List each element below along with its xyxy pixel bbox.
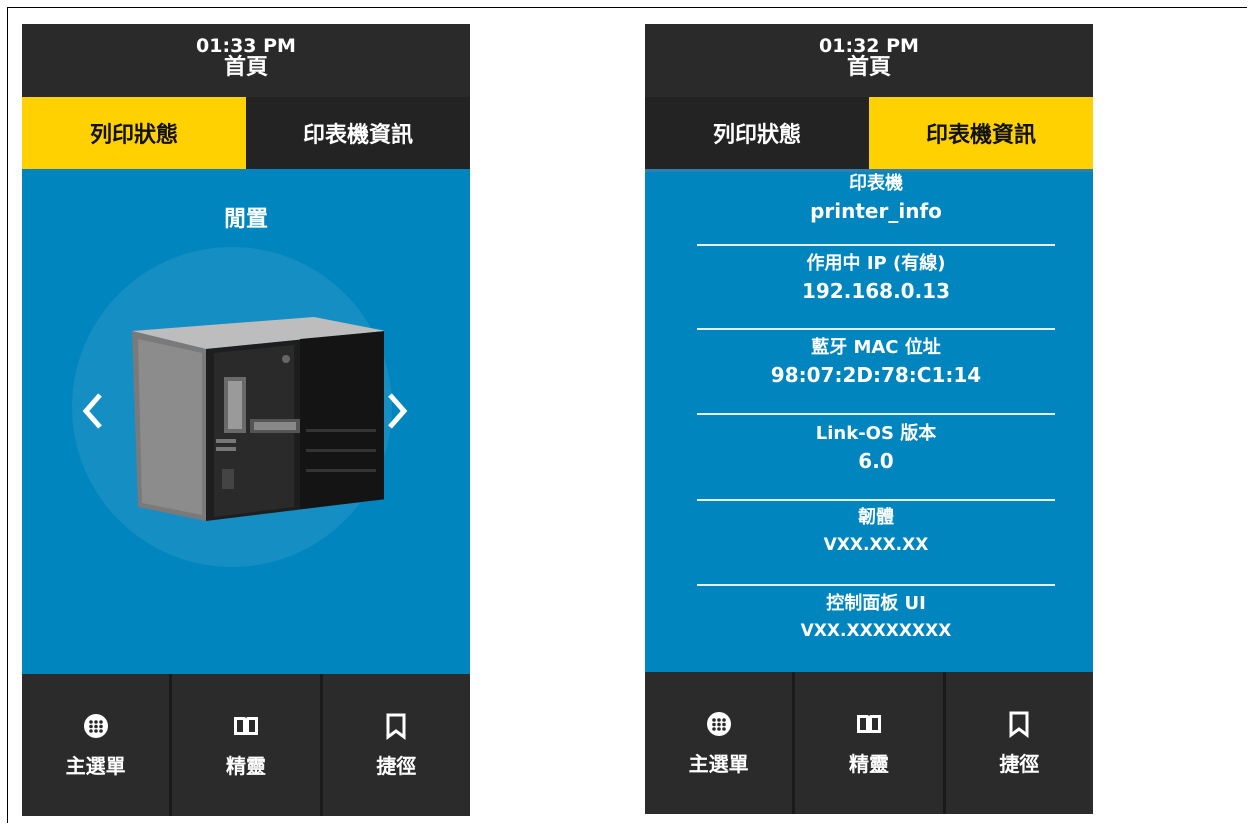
info-item-link-os: Link-OS 版本 6.0 <box>697 422 1055 476</box>
info-value: 6.0 <box>858 449 894 473</box>
globe-icon <box>706 711 731 736</box>
printer-image <box>132 317 384 521</box>
bookmark-icon <box>386 713 406 740</box>
main-menu-label: 主選單 <box>65 753 126 778</box>
info-value: 192.168.0.13 <box>801 279 951 303</box>
header: 01:32 PM 首頁 <box>645 24 1093 97</box>
divider <box>697 244 1055 246</box>
info-value: 98:07:2D:78:C1:14 <box>770 363 982 387</box>
tab-printer-info[interactable]: 印表機資訊 <box>246 97 470 169</box>
info-item-firmware: 韌體 VXX.XX.XX <box>697 506 1055 560</box>
footer-bar: 主選單 精靈 捷徑 <box>645 672 1093 814</box>
info-item-control-panel-ui: 控制面板 UI VXX.XXXXXXXX <box>697 592 1055 646</box>
info-label: Link-OS 版本 <box>815 423 937 444</box>
tab-print-status[interactable]: 列印狀態 <box>645 97 869 169</box>
info-value: VXX.XXXXXXXX <box>800 621 952 641</box>
wizards-label: 精靈 <box>848 751 889 776</box>
shortcuts-label: 捷徑 <box>999 751 1040 776</box>
shortcuts-button[interactable]: 捷徑 <box>323 674 470 816</box>
clock: 01:32 PM <box>819 35 919 57</box>
globe-icon <box>83 713 108 738</box>
divider <box>697 328 1055 330</box>
header: 01:33 PM 首頁 <box>22 24 470 97</box>
printer-info-panel: 印表機 printer_info 作用中 IP (有線) 192.168.0.1… <box>645 169 1093 673</box>
book-icon <box>233 716 258 735</box>
wizards-button[interactable]: 精靈 <box>172 674 319 816</box>
clock: 01:33 PM <box>196 35 296 57</box>
shortcuts-label: 捷徑 <box>376 753 417 778</box>
wizards-button[interactable]: 精靈 <box>795 672 942 814</box>
book-icon <box>856 714 881 733</box>
printer-info-screen: 01:32 PM 首頁 列印狀態 印表機資訊 印表機 printer_info … <box>645 24 1093 814</box>
status-panel: 閒置 <box>22 169 470 674</box>
info-item-printer: 印表機 printer_info <box>697 172 1055 226</box>
info-value: VXX.XX.XX <box>823 535 929 555</box>
info-item-ip: 作用中 IP (有線) 192.168.0.13 <box>697 252 1055 306</box>
info-label: 作用中 IP (有線) <box>806 253 946 274</box>
page-title: 首頁 <box>846 55 891 80</box>
previous-arrow-icon[interactable] <box>78 391 108 431</box>
info-label: 韌體 <box>858 507 894 528</box>
divider <box>697 413 1055 415</box>
main-menu-label: 主選單 <box>688 751 749 776</box>
info-label: 控制面板 UI <box>826 593 926 614</box>
info-value: printer_info <box>810 199 942 223</box>
bookmark-icon <box>1009 711 1029 738</box>
main-menu-button[interactable]: 主選單 <box>22 674 169 816</box>
tab-bar: 列印狀態 印表機資訊 <box>645 97 1093 169</box>
tab-bar: 列印狀態 印表機資訊 <box>22 97 470 169</box>
main-menu-button[interactable]: 主選單 <box>645 672 792 814</box>
shortcuts-button[interactable]: 捷徑 <box>946 672 1093 814</box>
footer-bar: 主選單 精靈 捷徑 <box>22 674 470 816</box>
wizards-label: 精靈 <box>225 753 266 778</box>
divider <box>697 499 1055 501</box>
tab-printer-info[interactable]: 印表機資訊 <box>869 97 1093 169</box>
printer-status-label: 閒置 <box>223 207 268 232</box>
info-label: 藍牙 MAC 位址 <box>811 337 941 358</box>
info-item-bluetooth-mac: 藍牙 MAC 位址 98:07:2D:78:C1:14 <box>697 336 1055 390</box>
page-title: 首頁 <box>223 55 268 80</box>
divider <box>697 584 1055 586</box>
info-label: 印表機 <box>849 173 903 194</box>
printer-status-screen: 01:33 PM 首頁 列印狀態 印表機資訊 閒置 主選單 精靈 捷徑 <box>22 24 470 816</box>
next-arrow-icon[interactable] <box>382 391 412 431</box>
tab-print-status[interactable]: 列印狀態 <box>22 97 246 169</box>
